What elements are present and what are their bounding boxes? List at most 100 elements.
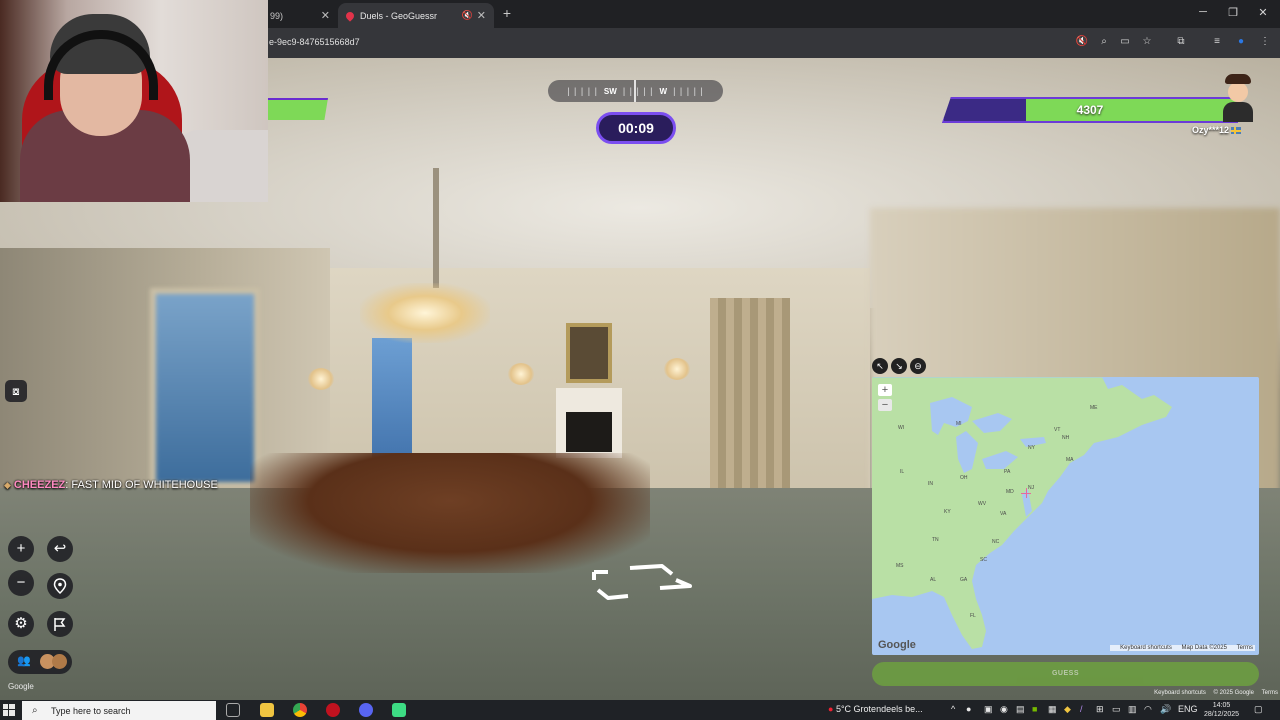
weather-widget[interactable]: ● 5°C Grotendeels be... bbox=[828, 704, 923, 714]
discord-icon[interactable] bbox=[359, 703, 373, 717]
return-to-start-pin-icon[interactable] bbox=[47, 573, 73, 599]
compass-direction-w: W bbox=[659, 86, 668, 96]
team-members[interactable]: 👥 bbox=[8, 650, 72, 674]
move-arrow-icon[interactable] bbox=[590, 560, 700, 610]
map-toolbar: ↖ ↘ ⊖ bbox=[872, 356, 934, 376]
cast-icon[interactable]: ▭ bbox=[1118, 35, 1132, 49]
tray-app-icon[interactable]: ◆ bbox=[1064, 704, 1071, 715]
language-indicator[interactable]: ENG bbox=[1178, 704, 1198, 714]
opponent-health-bar: 4307 bbox=[942, 97, 1238, 123]
tab-duels-geoguessr[interactable]: Duels - GeoGuessr 🔇 ✕ bbox=[338, 3, 494, 28]
round-timer: 00:09 bbox=[596, 112, 676, 144]
mute-site-icon[interactable]: 🔇 bbox=[1075, 35, 1089, 49]
restore-icon[interactable]: ❐ bbox=[1226, 6, 1240, 19]
teammate-avatar bbox=[52, 654, 67, 669]
taskbar-search[interactable]: ⌕ Type here to search bbox=[22, 701, 216, 720]
tray-app-icon[interactable]: ▣ bbox=[984, 704, 993, 715]
map-google-logo: Google bbox=[878, 639, 916, 651]
extensions-icon[interactable]: ⧉ bbox=[1174, 35, 1188, 49]
dining-table bbox=[250, 453, 650, 573]
flag-checkpoint-icon[interactable] bbox=[47, 611, 73, 637]
close-icon[interactable]: ✕ bbox=[321, 9, 330, 22]
opponent-name: Ozy***12 bbox=[1192, 125, 1242, 135]
chat-badge-icon: ◆ bbox=[4, 480, 11, 490]
app-red-icon[interactable] bbox=[326, 703, 340, 717]
team-icon: 👥 bbox=[17, 655, 31, 667]
terms-link[interactable]: Terms bbox=[1237, 645, 1253, 651]
tray-app-icon[interactable]: ● bbox=[966, 704, 971, 714]
chevron-up-icon[interactable]: ^ bbox=[951, 704, 955, 714]
settings-gear-icon[interactable]: ⚙ bbox=[8, 611, 34, 637]
sweden-flag-icon bbox=[1231, 127, 1242, 135]
clock[interactable]: 14:05 28/12/2025 bbox=[1204, 701, 1239, 719]
windows-taskbar: ⌕ Type here to search ● 5°C Grotendeels … bbox=[0, 700, 1280, 720]
chat-text: FAST MID OF WHITEHOUSE bbox=[71, 479, 218, 491]
webcam-overlay bbox=[0, 0, 268, 202]
file-explorer-icon[interactable] bbox=[260, 703, 274, 717]
mute-icon[interactable]: 🔇 bbox=[462, 10, 473, 21]
guess-button[interactable]: GUESS bbox=[872, 662, 1259, 686]
search-icon: ⌕ bbox=[32, 705, 38, 716]
tab-previous[interactable]: 99) ✕ bbox=[268, 3, 336, 28]
close-icon[interactable]: ✕ bbox=[477, 9, 486, 22]
network-icon[interactable]: ▥ bbox=[1128, 704, 1137, 715]
chat-user: CHEEZEZ bbox=[13, 479, 66, 491]
pin-map-icon[interactable]: ⊖ bbox=[910, 358, 926, 374]
guess-map[interactable]: WI MI IL IN OH PA NY VT NH ME MA KY WV V… bbox=[872, 377, 1259, 655]
tab-title: Duels - GeoGuessr bbox=[360, 10, 438, 21]
compass-marker bbox=[634, 80, 636, 102]
windows-start-icon[interactable] bbox=[3, 704, 15, 716]
pen-icon[interactable]: / bbox=[1080, 704, 1083, 714]
opponent-avatar bbox=[1220, 74, 1254, 122]
compass: | | | | | SW | | | | | W | | | | | bbox=[548, 80, 723, 102]
google-watermark: Google bbox=[8, 682, 34, 691]
task-view-icon[interactable] bbox=[226, 703, 240, 717]
tray-app-icon[interactable]: ▭ bbox=[1112, 704, 1121, 715]
nvidia-icon[interactable]: ■ bbox=[1032, 704, 1037, 714]
url-text[interactable]: e-9ec9-8476515668d7 bbox=[269, 37, 360, 47]
chat-message: ◆ CHEEZEZ: FAST MID OF WHITEHOUSE bbox=[4, 479, 218, 491]
undo-move-button[interactable]: ↩ bbox=[47, 536, 73, 562]
close-window-icon[interactable]: ✕ bbox=[1256, 6, 1270, 19]
menu-icon[interactable]: ⋮ bbox=[1258, 35, 1272, 49]
app-green-icon[interactable] bbox=[392, 703, 406, 717]
portrait-painting bbox=[566, 323, 612, 383]
page-attribution: Keyboard shortcuts © 2025 Google Terms bbox=[1154, 690, 1278, 696]
profile-icon[interactable]: ● bbox=[1234, 35, 1248, 49]
tray-app-icon[interactable]: ▦ bbox=[1048, 704, 1057, 715]
map-zoom-out-button[interactable]: − bbox=[878, 399, 892, 411]
compass-direction-sw: SW bbox=[603, 86, 617, 96]
chandelier bbox=[360, 283, 490, 343]
tray-app-icon[interactable]: ⊞ bbox=[1096, 704, 1104, 715]
zoom-out-button[interactable]: − bbox=[8, 570, 34, 596]
fireplace bbox=[556, 388, 622, 458]
search-placeholder: Type here to search bbox=[51, 706, 131, 716]
volume-icon[interactable]: 🔊 bbox=[1160, 704, 1171, 715]
media-icon[interactable]: ≡ bbox=[1210, 35, 1224, 49]
screen: 99) ✕ Duels - GeoGuessr 🔇 ✕ + ─ ❐ ✕ e-9e… bbox=[0, 0, 1280, 720]
map-land bbox=[872, 377, 1259, 649]
new-tab-button[interactable]: + bbox=[500, 6, 514, 20]
notifications-icon[interactable]: ▢ bbox=[1254, 704, 1263, 715]
camera-toggle-icon[interactable]: ⧇ bbox=[5, 380, 27, 402]
minimize-icon[interactable]: ─ bbox=[1196, 6, 1210, 18]
zoom-icon[interactable]: ⌕ bbox=[1097, 35, 1111, 49]
tab-title: 99) bbox=[270, 10, 284, 21]
expand-map-icon[interactable]: ↖ bbox=[872, 358, 888, 374]
geoguessr-pin-icon bbox=[344, 9, 356, 22]
chrome-icon[interactable] bbox=[293, 703, 307, 717]
terms-link[interactable]: Terms bbox=[1262, 690, 1278, 696]
player-health-bar bbox=[268, 98, 328, 120]
tray-app-icon[interactable]: ◉ bbox=[1000, 704, 1008, 715]
bookmark-star-icon[interactable]: ☆ bbox=[1140, 35, 1154, 49]
map-attribution: Keyboard shortcuts Map Data ©2025 Terms bbox=[1110, 645, 1255, 651]
keyboard-shortcuts-link[interactable]: Keyboard shortcuts bbox=[1120, 645, 1172, 651]
map-data-text: Map Data ©2025 bbox=[1181, 645, 1227, 651]
keyboard-shortcuts-link[interactable]: Keyboard shortcuts bbox=[1154, 690, 1206, 696]
zoom-in-button[interactable]: + bbox=[8, 536, 34, 562]
tray-app-icon[interactable]: ▤ bbox=[1016, 704, 1025, 715]
wifi-icon[interactable]: ◠ bbox=[1144, 704, 1152, 715]
map-zoom-in-button[interactable]: + bbox=[878, 384, 892, 396]
weather-alert-icon: ● bbox=[828, 704, 834, 714]
shrink-map-icon[interactable]: ↘ bbox=[891, 358, 907, 374]
